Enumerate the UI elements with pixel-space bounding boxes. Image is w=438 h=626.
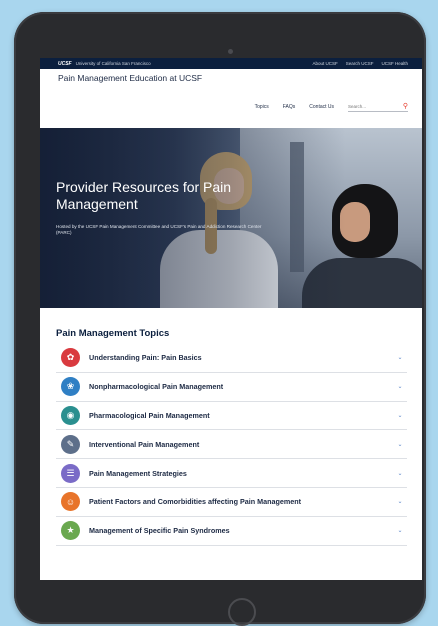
topics-list: ✿ Understanding Pain: Pain Basics ⌄ ❀ No… bbox=[56, 344, 407, 546]
pain-basics-icon: ✿ bbox=[61, 348, 80, 368]
syndrome-icon: ★ bbox=[61, 521, 80, 541]
top-bar: UCSF University of California San Franci… bbox=[40, 58, 422, 69]
topics-heading: Pain Management Topics bbox=[56, 328, 170, 339]
university-name[interactable]: University of California San Francisco bbox=[76, 61, 151, 66]
main-nav: Topics FAQs Contact Us ⚲ bbox=[255, 101, 408, 112]
topic-row-strategies[interactable]: ☰ Pain Management Strategies ⌄ bbox=[56, 459, 407, 488]
ucsf-logo[interactable]: UCSF bbox=[58, 61, 72, 67]
topic-row-nonpharmacological[interactable]: ❀ Nonpharmacological Pain Management ⌄ bbox=[56, 373, 407, 402]
patient-icon: ☺ bbox=[61, 492, 80, 512]
search-ucsf-link[interactable]: Search UCSF bbox=[346, 61, 374, 66]
ucsf-health-link[interactable]: UCSF Health bbox=[381, 61, 408, 66]
chevron-down-icon[interactable]: ⌄ bbox=[393, 470, 407, 477]
screen: UCSF University of California San Franci… bbox=[40, 58, 422, 580]
topic-row-interventional[interactable]: ✎ Interventional Pain Management ⌄ bbox=[56, 430, 407, 460]
topic-row-pharmacological[interactable]: ◉ Pharmacological Pain Management ⌄ bbox=[56, 402, 407, 431]
strategy-icon: ☰ bbox=[61, 463, 80, 483]
chevron-down-icon[interactable]: ⌄ bbox=[393, 354, 407, 361]
chevron-down-icon[interactable]: ⌄ bbox=[393, 527, 407, 534]
topic-row-patient-factors[interactable]: ☺ Patient Factors and Comorbidities affe… bbox=[56, 488, 407, 517]
topic-label: Patient Factors and Comorbidities affect… bbox=[89, 497, 302, 507]
hero-overlay bbox=[40, 128, 422, 308]
chevron-down-icon[interactable]: ⌄ bbox=[393, 412, 407, 419]
pills-icon: ◉ bbox=[61, 405, 80, 425]
hero-banner bbox=[40, 128, 422, 308]
nav-faqs[interactable]: FAQs bbox=[283, 104, 296, 110]
home-button[interactable] bbox=[228, 598, 256, 626]
topic-label: Nonpharmacological Pain Management bbox=[89, 382, 224, 392]
topic-label: Pain Management Strategies bbox=[89, 468, 187, 478]
topic-label: Pharmacological Pain Management bbox=[89, 410, 210, 420]
site-title[interactable]: Pain Management Education at UCSF bbox=[58, 74, 208, 83]
hero-subtitle: Hosted by the UCSF Pain Management Commi… bbox=[56, 224, 262, 235]
chevron-down-icon[interactable]: ⌄ bbox=[393, 383, 407, 390]
hero-title: Provider Resources for Pain Management bbox=[56, 179, 232, 212]
topic-row-specific-syndromes[interactable]: ★ Management of Specific Pain Syndromes … bbox=[56, 517, 407, 546]
nav-contact-us[interactable]: Contact Us bbox=[309, 104, 334, 110]
chevron-down-icon[interactable]: ⌄ bbox=[393, 498, 407, 505]
topic-row-pain-basics[interactable]: ✿ Understanding Pain: Pain Basics ⌄ bbox=[56, 344, 407, 373]
about-ucsf-link[interactable]: About UCSF bbox=[312, 61, 337, 66]
search-icon[interactable]: ⚲ bbox=[403, 103, 408, 110]
camera-dot bbox=[228, 49, 233, 54]
search-box: ⚲ bbox=[348, 101, 408, 112]
topic-label: Interventional Pain Management bbox=[89, 439, 200, 449]
search-input[interactable] bbox=[348, 103, 393, 109]
chevron-down-icon[interactable]: ⌄ bbox=[393, 441, 407, 448]
topic-label: Management of Specific Pain Syndromes bbox=[89, 526, 230, 536]
butterfly-icon: ❀ bbox=[61, 377, 80, 397]
syringe-icon: ✎ bbox=[61, 434, 80, 454]
nav-topics[interactable]: Topics bbox=[255, 104, 269, 110]
topic-label: Understanding Pain: Pain Basics bbox=[89, 353, 202, 363]
